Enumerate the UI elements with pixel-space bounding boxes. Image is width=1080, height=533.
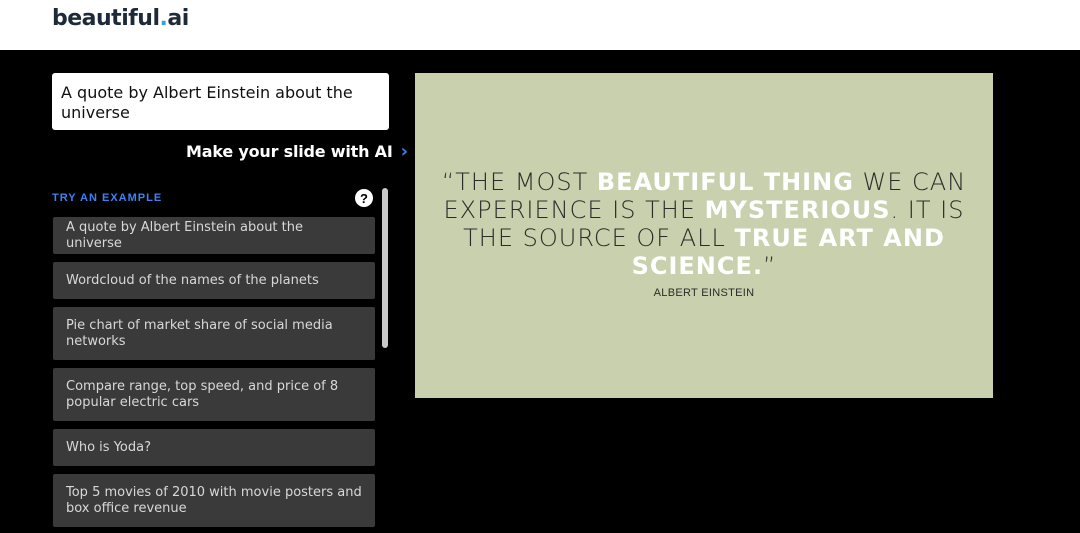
- scroll-thumb[interactable]: [382, 188, 388, 348]
- make-slide-button[interactable]: Make your slide with AI ›: [186, 140, 408, 162]
- examples-list: A quote by Albert Einstein about the uni…: [53, 217, 375, 533]
- quote-highlight: BEAUTIFUL THING: [596, 168, 854, 196]
- example-item[interactable]: Compare range, top speed, and price of 8…: [53, 368, 375, 421]
- example-item[interactable]: Pie chart of market share of social medi…: [53, 307, 375, 360]
- examples-scrollbar[interactable]: [382, 188, 388, 528]
- chevron-right-icon: ›: [400, 140, 408, 162]
- quote-text: ”: [763, 252, 777, 280]
- help-icon[interactable]: ?: [355, 189, 373, 207]
- example-item[interactable]: Top 5 movies of 2010 with movie posters …: [53, 474, 375, 527]
- quote-author: ALBERT EINSTEIN: [653, 287, 755, 299]
- example-item[interactable]: A quote by Albert Einstein about the uni…: [53, 217, 375, 254]
- example-item[interactable]: Who is Yoda?: [53, 429, 375, 466]
- beautiful-ai-logo[interactable]: beautiful.ai: [52, 6, 189, 31]
- slide-preview[interactable]: “THE MOST BEAUTIFUL THING WE CAN EXPERIE…: [415, 73, 993, 398]
- logo-text: beautiful: [52, 6, 160, 31]
- try-example-heading: TRY AN EXAMPLE: [52, 192, 163, 204]
- quote-highlight: MYSTERIOUS: [704, 196, 891, 224]
- top-header: beautiful.ai: [0, 0, 1080, 50]
- logo-ai: ai: [167, 6, 189, 31]
- quote-text: “THE MOST: [441, 168, 597, 196]
- prompt-input[interactable]: A quote by Albert Einstein about the uni…: [52, 73, 389, 130]
- example-item[interactable]: Wordcloud of the names of the planets: [53, 262, 375, 299]
- make-slide-label: Make your slide with AI: [186, 141, 393, 161]
- slide-quote: “THE MOST BEAUTIFUL THING WE CAN EXPERIE…: [415, 168, 993, 280]
